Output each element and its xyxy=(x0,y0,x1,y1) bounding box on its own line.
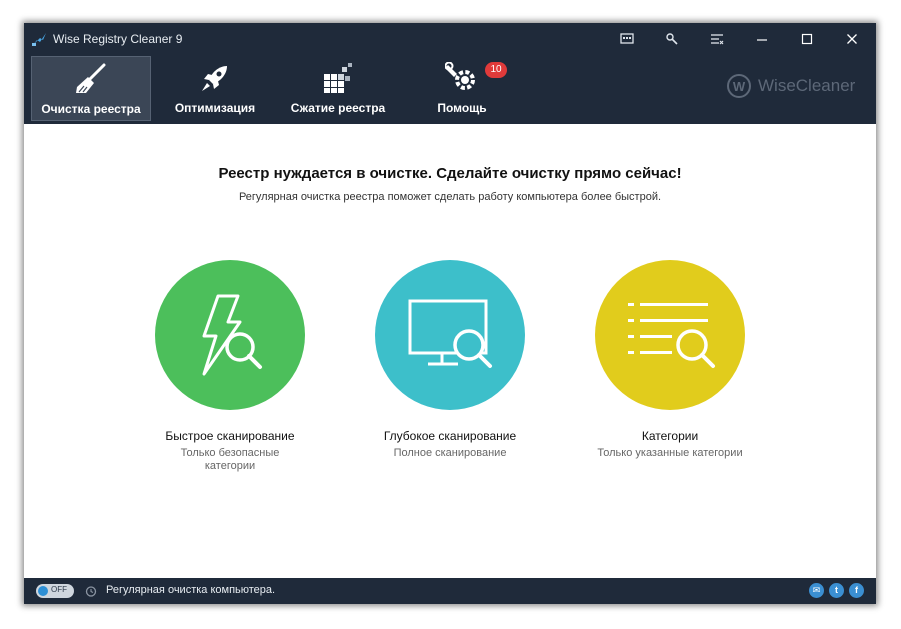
tab-label: Оптимизация xyxy=(174,101,256,115)
tab-label: Помощь xyxy=(437,101,487,115)
feedback-button[interactable] xyxy=(614,29,640,49)
schedule-status-text: Регулярная очистка компьютера. xyxy=(106,584,276,596)
window-title: Wise Registry Cleaner 9 xyxy=(53,32,183,46)
lightning-search-icon xyxy=(202,294,262,376)
settings-button[interactable] xyxy=(659,29,685,49)
mail-icon[interactable]: ✉ xyxy=(809,583,824,598)
broom-icon xyxy=(76,63,106,93)
deep-scan-title[interactable]: Глубокое сканирование xyxy=(350,429,550,443)
app-logo-icon xyxy=(32,33,46,46)
tab-optimization[interactable]: Оптимизация xyxy=(170,56,260,121)
main-toolbar: Очистка реестра Оптимизация Сжатие реест… xyxy=(24,54,876,124)
deep-scan-button[interactable] xyxy=(375,260,525,410)
minimize-button[interactable] xyxy=(749,29,775,49)
wisecleaner-logo-icon: W xyxy=(727,74,751,98)
fast-scan-button[interactable] xyxy=(155,260,305,410)
app-window: Wise Registry Cleaner 9 Очистка реестра … xyxy=(24,23,876,604)
fast-scan-description: Только безопасные категории xyxy=(130,447,330,473)
menu-icon xyxy=(711,34,724,45)
menu-button[interactable] xyxy=(704,29,730,49)
deep-scan-option[interactable]: Глубокое сканирование Полное сканировани… xyxy=(350,260,550,460)
wrench-gear-icon xyxy=(445,62,475,90)
tab-label: Сжатие реестра xyxy=(290,101,386,115)
deep-scan-desc-line: Полное сканирование xyxy=(393,447,507,459)
twitter-icon[interactable]: t xyxy=(829,583,844,598)
page-subline: Регулярная очистка реестра поможет сдела… xyxy=(238,191,662,203)
title-bar: Wise Registry Cleaner 9 xyxy=(24,23,876,54)
categories-desc-line: Только указанные категории xyxy=(597,447,743,459)
list-search-icon xyxy=(628,303,715,368)
fast-scan-option[interactable]: Быстрое сканирование Только безопасные к… xyxy=(130,260,330,473)
categories-option[interactable]: Категории Только указанные категории xyxy=(570,260,770,460)
tab-label: Очистка реестра xyxy=(41,102,141,116)
maximize-icon xyxy=(801,33,813,45)
toggle-knob xyxy=(38,586,48,596)
brand-logo[interactable]: W WiseCleaner xyxy=(727,74,855,98)
deep-scan-description: Полное сканирование xyxy=(350,447,550,460)
rocket-icon xyxy=(202,66,227,91)
close-button[interactable] xyxy=(839,29,865,49)
fast-scan-title[interactable]: Быстрое сканирование xyxy=(130,429,330,443)
status-bar: OFF Регулярная очистка компьютера. ✉ t f xyxy=(24,578,876,604)
tab-registry-defrag[interactable]: Сжатие реестра xyxy=(286,56,390,121)
toggle-label: OFF xyxy=(51,585,67,594)
page-headline: Реестр нуждается в очистке. Сделайте очи… xyxy=(218,165,682,182)
close-icon xyxy=(847,34,857,44)
facebook-icon[interactable]: f xyxy=(849,583,864,598)
tab-registry-cleaner[interactable]: Очистка реестра xyxy=(31,56,151,121)
categories-title[interactable]: Категории xyxy=(570,429,770,443)
minimize-icon xyxy=(757,39,767,41)
maximize-button[interactable] xyxy=(794,29,820,49)
fast-scan-desc-line: Только безопасные xyxy=(180,447,280,459)
brand-name: WiseCleaner xyxy=(758,76,856,95)
schedule-toggle[interactable]: OFF xyxy=(36,584,74,598)
categories-button[interactable] xyxy=(595,260,745,410)
blocks-icon xyxy=(324,63,352,93)
help-notification-badge: 10 xyxy=(485,62,507,78)
alarm-clock-icon xyxy=(85,586,97,597)
feedback-icon xyxy=(620,33,634,44)
categories-description: Только указанные категории xyxy=(570,447,770,460)
settings-icon xyxy=(666,33,678,45)
fast-scan-desc-line: категории xyxy=(204,460,256,472)
monitor-search-icon xyxy=(408,299,492,368)
